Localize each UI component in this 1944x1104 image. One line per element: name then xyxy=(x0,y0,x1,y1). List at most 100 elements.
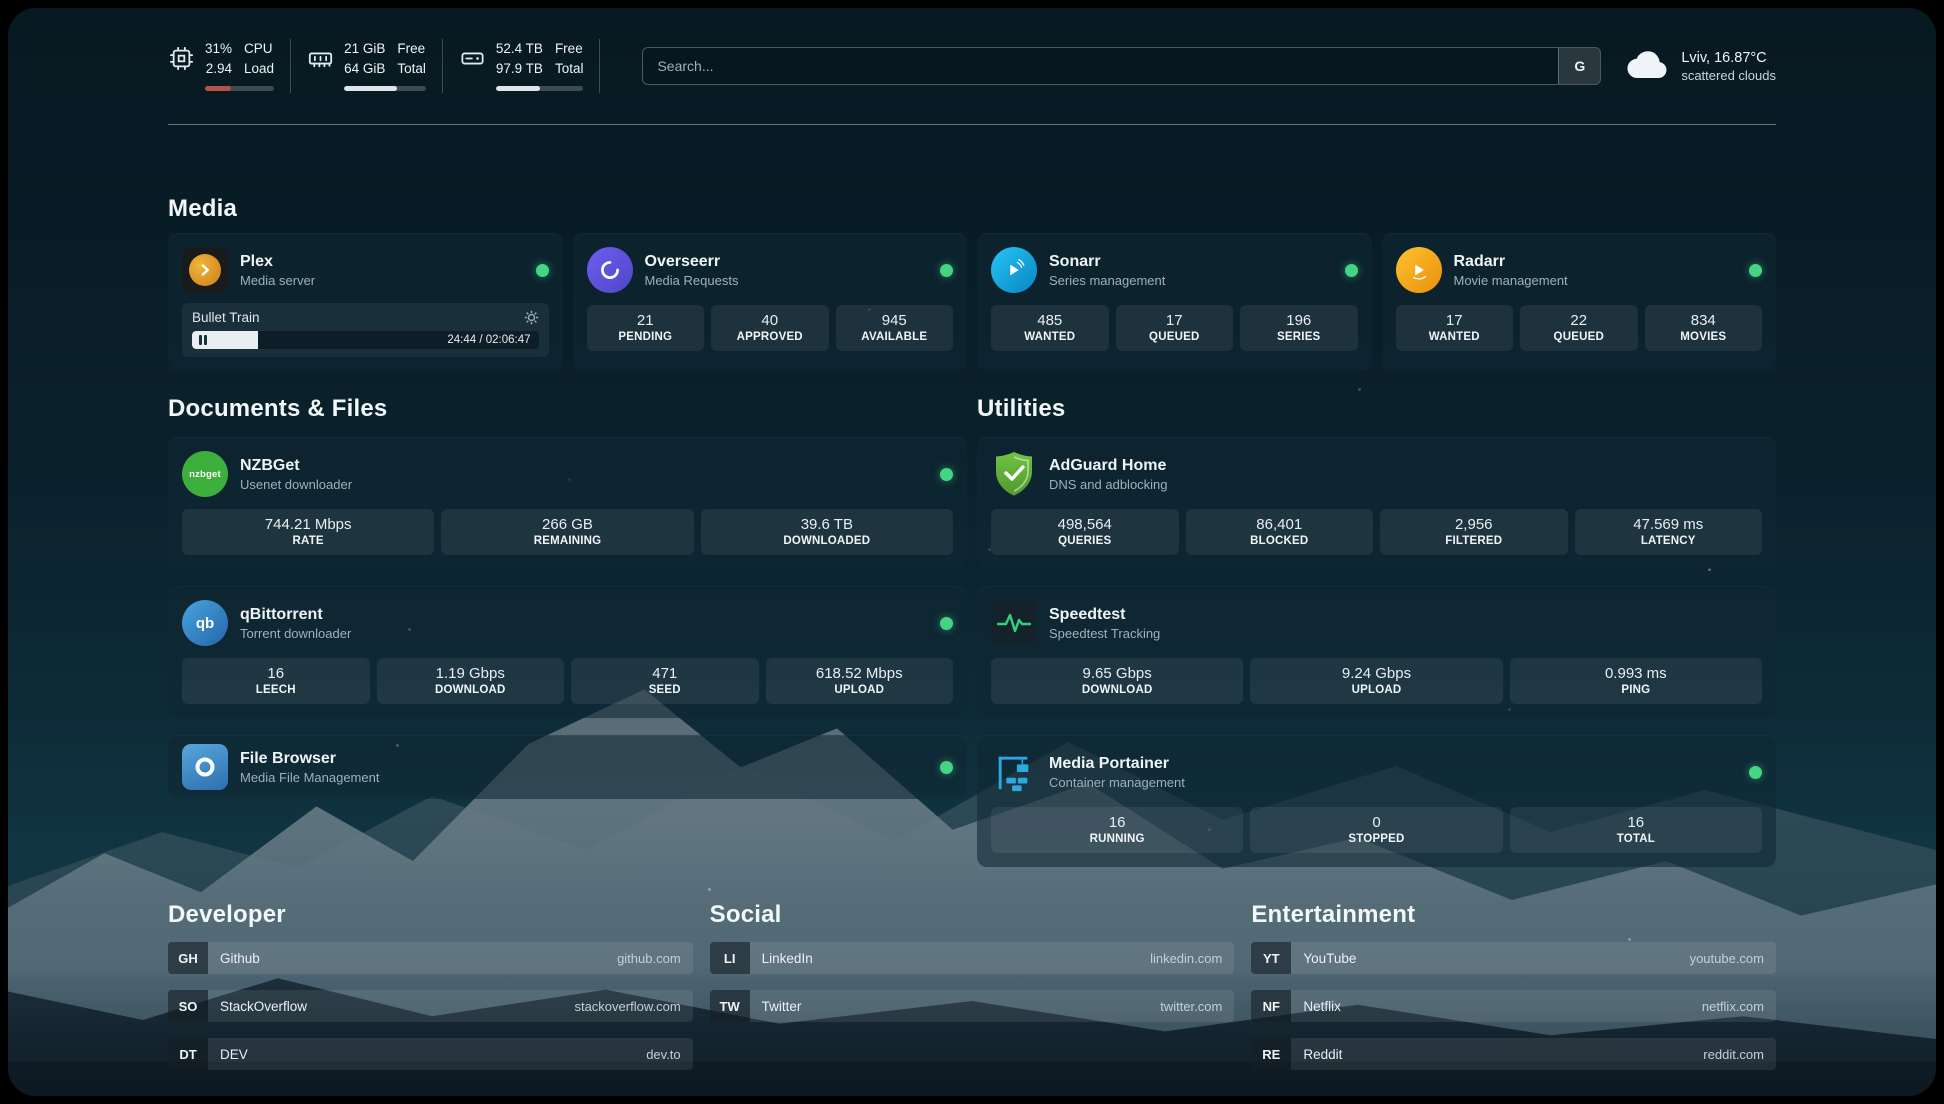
app-card-adguard[interactable]: AdGuard Home DNS and adblocking 498,564Q… xyxy=(977,437,1776,569)
bookmark-youtube[interactable]: YT YouTube youtube.com xyxy=(1251,942,1776,974)
app-name: Plex xyxy=(240,253,315,271)
app-card-portainer[interactable]: Media Portainer Container management 16R… xyxy=(977,735,1776,867)
app-subtitle: Speedtest Tracking xyxy=(1049,626,1160,641)
weather-widget: Lviv, 16.87°C scattered clouds xyxy=(1627,49,1776,84)
seek-bar[interactable]: 24:44 / 02:06:47 xyxy=(192,331,539,349)
cpu-progress-bar xyxy=(205,86,274,91)
stat-latency: 47.569 msLATENCY xyxy=(1575,509,1763,555)
bookmark-twitter[interactable]: TW Twitter twitter.com xyxy=(710,990,1235,1022)
stat-stopped: 0STOPPED xyxy=(1250,807,1502,853)
app-subtitle: Container management xyxy=(1049,775,1185,790)
stat-pending: 21PENDING xyxy=(587,305,705,351)
speedtest-icon xyxy=(991,600,1037,646)
app-card-sonarr[interactable]: Sonarr Series management 485WANTED 17QUE… xyxy=(977,233,1372,371)
bookmark-url: github.com xyxy=(617,951,681,966)
section-media: Media Plex Media server xyxy=(168,195,1776,371)
bookmark-abbr: TW xyxy=(710,990,750,1022)
app-subtitle: Movie management xyxy=(1454,273,1568,288)
stat-movies: 834MOVIES xyxy=(1645,305,1763,351)
ram-total-value: 64 GiB xyxy=(344,59,385,79)
stat-seed: 471SEED xyxy=(571,658,759,704)
stat-ping: 0.993 msPING xyxy=(1510,658,1762,704)
status-dot xyxy=(940,264,953,277)
bookmark-reddit[interactable]: RE Reddit reddit.com xyxy=(1251,1038,1776,1070)
app-card-filebrowser[interactable]: File Browser Media File Management xyxy=(168,735,967,799)
stat-blocked: 86,401BLOCKED xyxy=(1186,509,1374,555)
app-card-radarr[interactable]: Radarr Movie management 17WANTED 22QUEUE… xyxy=(1382,233,1777,371)
disk-free-value: 52.4 TB xyxy=(496,39,543,59)
bookmark-github[interactable]: GH Github github.com xyxy=(168,942,693,974)
app-card-qbittorrent[interactable]: qb qBittorrent Torrent downloader 16LEEC… xyxy=(168,586,967,718)
section-title-social: Social xyxy=(710,901,1235,929)
top-bar: 31% 2.94 CPU Load xyxy=(168,38,1776,94)
app-subtitle: Usenet downloader xyxy=(240,477,352,492)
stat-rate: 744.21 MbpsRATE xyxy=(182,509,434,555)
disk-total-label: Total xyxy=(555,59,584,79)
memory-usage-widget: 21 GiB 64 GiB Free Total xyxy=(307,39,443,93)
playback-time: 24:44 / 02:06:47 xyxy=(447,334,530,346)
header-divider xyxy=(168,124,1776,125)
overseerr-icon xyxy=(587,247,633,293)
app-name: File Browser xyxy=(240,750,379,768)
cpu-label: CPU xyxy=(244,39,274,59)
ram-free-label: Free xyxy=(397,39,426,59)
disk-usage-widget: 52.4 TB 97.9 TB Free Total xyxy=(459,39,601,93)
bookmark-name: StackOverflow xyxy=(220,999,307,1014)
app-subtitle: Media File Management xyxy=(240,770,379,785)
app-name: Radarr xyxy=(1454,253,1568,271)
bookmark-abbr: DT xyxy=(168,1038,208,1070)
cpu-icon xyxy=(168,45,195,72)
bookmark-url: stackoverflow.com xyxy=(574,999,680,1014)
cpu-load-value: 2.94 xyxy=(206,59,232,79)
bookmark-url: youtube.com xyxy=(1690,951,1764,966)
app-name: qBittorrent xyxy=(240,606,351,624)
bookmark-dev[interactable]: DT DEV dev.to xyxy=(168,1038,693,1070)
disk-free-label: Free xyxy=(555,39,584,59)
stat-wanted: 485WANTED xyxy=(991,305,1109,351)
bookmark-name: Reddit xyxy=(1303,1047,1342,1062)
bookmark-name: YouTube xyxy=(1303,951,1356,966)
status-dot xyxy=(1749,264,1762,277)
pause-button[interactable] xyxy=(199,335,207,345)
weather-location: Lviv, 16.87°C xyxy=(1681,50,1776,66)
status-dot xyxy=(1345,264,1358,277)
bookmark-abbr: RE xyxy=(1251,1038,1291,1070)
app-subtitle: Series management xyxy=(1049,273,1165,288)
stat-downloaded: 39.6 TBDOWNLOADED xyxy=(701,509,953,555)
memory-icon xyxy=(307,45,334,72)
app-card-nzbget[interactable]: nzbget NZBGet Usenet downloader 744.21 M… xyxy=(168,437,967,569)
ram-progress-bar xyxy=(344,86,426,91)
ram-total-label: Total xyxy=(397,59,426,79)
app-card-plex[interactable]: Plex Media server Bullet Train xyxy=(168,233,563,371)
bookmark-linkedin[interactable]: LI LinkedIn linkedin.com xyxy=(710,942,1235,974)
app-card-speedtest[interactable]: Speedtest Speedtest Tracking 9.65 GbpsDO… xyxy=(977,586,1776,718)
radarr-icon xyxy=(1396,247,1442,293)
app-subtitle: DNS and adblocking xyxy=(1049,477,1168,492)
stat-total: 16TOTAL xyxy=(1510,807,1762,853)
stat-upload: 9.24 GbpsUPLOAD xyxy=(1250,658,1502,704)
bookmark-abbr: GH xyxy=(168,942,208,974)
bookmarks-developer: Developer GH Github github.com SO StackO… xyxy=(168,901,693,1070)
disk-progress-bar xyxy=(496,86,584,91)
bookmark-url: netflix.com xyxy=(1702,999,1764,1014)
bookmark-url: reddit.com xyxy=(1703,1047,1764,1062)
app-card-overseerr[interactable]: Overseerr Media Requests 21PENDING 40APP… xyxy=(573,233,968,371)
bookmark-stackoverflow[interactable]: SO StackOverflow stackoverflow.com xyxy=(168,990,693,1022)
search-input[interactable] xyxy=(643,48,1558,84)
stat-available: 945AVAILABLE xyxy=(836,305,954,351)
stat-leech: 16LEECH xyxy=(182,658,370,704)
settings-gear-icon[interactable] xyxy=(524,310,539,325)
status-dot xyxy=(536,264,549,277)
stat-remaining: 266 GBREMAINING xyxy=(441,509,693,555)
ram-free-value: 21 GiB xyxy=(344,39,385,59)
app-name: AdGuard Home xyxy=(1049,457,1168,475)
status-dot xyxy=(940,617,953,630)
stat-approved: 40APPROVED xyxy=(711,305,829,351)
weather-condition: scattered clouds xyxy=(1681,68,1776,83)
bookmark-name: DEV xyxy=(220,1047,248,1062)
bookmark-netflix[interactable]: NF Netflix netflix.com xyxy=(1251,990,1776,1022)
bookmark-abbr: NF xyxy=(1251,990,1291,1022)
search-engine-button[interactable]: G xyxy=(1558,48,1600,84)
stat-wanted: 17WANTED xyxy=(1396,305,1514,351)
section-documents-files: Documents & Files nzbget NZBGet Usenet d… xyxy=(168,395,967,867)
